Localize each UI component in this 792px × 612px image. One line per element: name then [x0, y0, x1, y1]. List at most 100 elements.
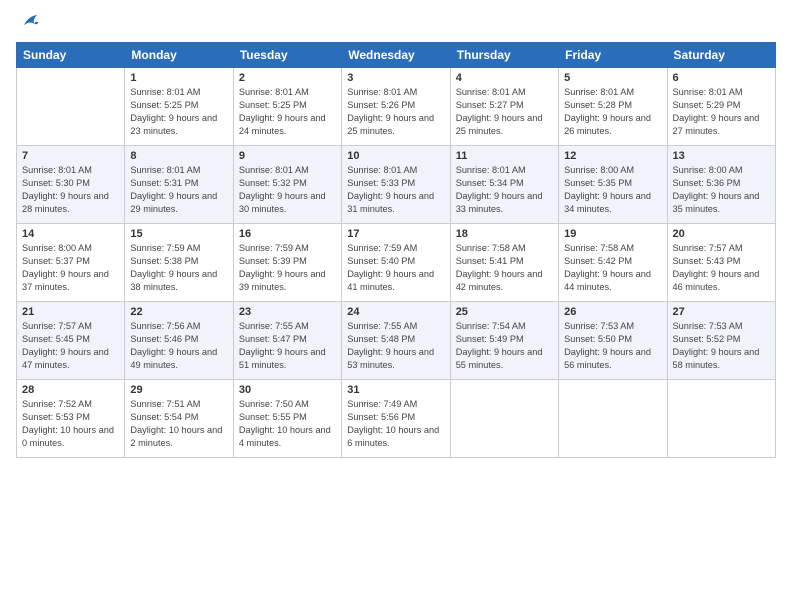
page-header — [16, 16, 776, 30]
day-info: Sunrise: 8:01 AM Sunset: 5:34 PM Dayligh… — [456, 164, 553, 216]
logo-bird-icon — [18, 12, 40, 34]
calendar-cell: 28 Sunrise: 7:52 AM Sunset: 5:53 PM Dayl… — [17, 380, 125, 458]
daylight-label: Daylight: 9 hours and 47 minutes. — [22, 347, 109, 370]
daylight-label: Daylight: 9 hours and 42 minutes. — [456, 269, 543, 292]
day-info: Sunrise: 7:53 AM Sunset: 5:50 PM Dayligh… — [564, 320, 661, 372]
daylight-label: Daylight: 9 hours and 39 minutes. — [239, 269, 326, 292]
calendar-cell: 30 Sunrise: 7:50 AM Sunset: 5:55 PM Dayl… — [233, 380, 341, 458]
day-number: 26 — [564, 306, 661, 318]
sunset-label: Sunset: 5:55 PM — [239, 412, 307, 422]
sunrise-label: Sunrise: 7:57 AM — [22, 321, 92, 331]
day-number: 25 — [456, 306, 553, 318]
calendar-cell: 14 Sunrise: 8:00 AM Sunset: 5:37 PM Dayl… — [17, 224, 125, 302]
calendar-cell: 18 Sunrise: 7:58 AM Sunset: 5:41 PM Dayl… — [450, 224, 558, 302]
sunset-label: Sunset: 5:35 PM — [564, 178, 632, 188]
sunset-label: Sunset: 5:25 PM — [130, 100, 198, 110]
day-info: Sunrise: 7:56 AM Sunset: 5:46 PM Dayligh… — [130, 320, 227, 372]
day-info: Sunrise: 7:55 AM Sunset: 5:47 PM Dayligh… — [239, 320, 336, 372]
day-number: 11 — [456, 150, 553, 162]
sunrise-label: Sunrise: 8:01 AM — [239, 165, 309, 175]
day-number: 18 — [456, 228, 553, 240]
day-info: Sunrise: 7:49 AM Sunset: 5:56 PM Dayligh… — [347, 398, 444, 450]
sunrise-label: Sunrise: 7:51 AM — [130, 399, 200, 409]
day-info: Sunrise: 8:01 AM Sunset: 5:31 PM Dayligh… — [130, 164, 227, 216]
daylight-label: Daylight: 9 hours and 31 minutes. — [347, 191, 434, 214]
day-number: 3 — [347, 72, 444, 84]
calendar-cell: 1 Sunrise: 8:01 AM Sunset: 5:25 PM Dayli… — [125, 68, 233, 146]
sunset-label: Sunset: 5:27 PM — [456, 100, 524, 110]
day-info: Sunrise: 7:52 AM Sunset: 5:53 PM Dayligh… — [22, 398, 119, 450]
calendar-cell: 6 Sunrise: 8:01 AM Sunset: 5:29 PM Dayli… — [667, 68, 775, 146]
col-header-sunday: Sunday — [17, 43, 125, 68]
sunset-label: Sunset: 5:34 PM — [456, 178, 524, 188]
calendar-cell: 17 Sunrise: 7:59 AM Sunset: 5:40 PM Dayl… — [342, 224, 450, 302]
day-number: 14 — [22, 228, 119, 240]
day-number: 16 — [239, 228, 336, 240]
sunrise-label: Sunrise: 7:53 AM — [564, 321, 634, 331]
sunrise-label: Sunrise: 8:01 AM — [239, 87, 309, 97]
sunset-label: Sunset: 5:28 PM — [564, 100, 632, 110]
calendar-cell: 25 Sunrise: 7:54 AM Sunset: 5:49 PM Dayl… — [450, 302, 558, 380]
sunset-label: Sunset: 5:37 PM — [22, 256, 90, 266]
sunrise-label: Sunrise: 8:01 AM — [456, 87, 526, 97]
day-number: 9 — [239, 150, 336, 162]
day-number: 8 — [130, 150, 227, 162]
calendar-cell: 15 Sunrise: 7:59 AM Sunset: 5:38 PM Dayl… — [125, 224, 233, 302]
calendar-cell: 13 Sunrise: 8:00 AM Sunset: 5:36 PM Dayl… — [667, 146, 775, 224]
daylight-label: Daylight: 9 hours and 24 minutes. — [239, 113, 326, 136]
day-info: Sunrise: 7:54 AM Sunset: 5:49 PM Dayligh… — [456, 320, 553, 372]
day-number: 15 — [130, 228, 227, 240]
calendar-week-3: 21 Sunrise: 7:57 AM Sunset: 5:45 PM Dayl… — [17, 302, 776, 380]
calendar-cell: 20 Sunrise: 7:57 AM Sunset: 5:43 PM Dayl… — [667, 224, 775, 302]
sunset-label: Sunset: 5:30 PM — [22, 178, 90, 188]
day-info: Sunrise: 8:00 AM Sunset: 5:36 PM Dayligh… — [673, 164, 770, 216]
sunrise-label: Sunrise: 7:58 AM — [564, 243, 634, 253]
calendar-cell: 4 Sunrise: 8:01 AM Sunset: 5:27 PM Dayli… — [450, 68, 558, 146]
sunrise-label: Sunrise: 8:00 AM — [673, 165, 743, 175]
day-number: 30 — [239, 384, 336, 396]
day-info: Sunrise: 7:58 AM Sunset: 5:41 PM Dayligh… — [456, 242, 553, 294]
sunset-label: Sunset: 5:52 PM — [673, 334, 741, 344]
sunrise-label: Sunrise: 8:01 AM — [347, 165, 417, 175]
day-info: Sunrise: 7:58 AM Sunset: 5:42 PM Dayligh… — [564, 242, 661, 294]
daylight-label: Daylight: 10 hours and 2 minutes. — [130, 425, 222, 448]
calendar-cell: 23 Sunrise: 7:55 AM Sunset: 5:47 PM Dayl… — [233, 302, 341, 380]
sunrise-label: Sunrise: 7:53 AM — [673, 321, 743, 331]
day-number: 2 — [239, 72, 336, 84]
calendar-cell: 27 Sunrise: 7:53 AM Sunset: 5:52 PM Dayl… — [667, 302, 775, 380]
calendar-table: SundayMondayTuesdayWednesdayThursdayFrid… — [16, 42, 776, 458]
daylight-label: Daylight: 9 hours and 51 minutes. — [239, 347, 326, 370]
day-info: Sunrise: 8:01 AM Sunset: 5:26 PM Dayligh… — [347, 86, 444, 138]
sunset-label: Sunset: 5:47 PM — [239, 334, 307, 344]
day-info: Sunrise: 7:55 AM Sunset: 5:48 PM Dayligh… — [347, 320, 444, 372]
sunset-label: Sunset: 5:46 PM — [130, 334, 198, 344]
calendar-cell: 16 Sunrise: 7:59 AM Sunset: 5:39 PM Dayl… — [233, 224, 341, 302]
day-info: Sunrise: 7:51 AM Sunset: 5:54 PM Dayligh… — [130, 398, 227, 450]
daylight-label: Daylight: 10 hours and 4 minutes. — [239, 425, 331, 448]
day-number: 17 — [347, 228, 444, 240]
day-number: 20 — [673, 228, 770, 240]
calendar-header-row: SundayMondayTuesdayWednesdayThursdayFrid… — [17, 43, 776, 68]
day-info: Sunrise: 8:01 AM Sunset: 5:33 PM Dayligh… — [347, 164, 444, 216]
daylight-label: Daylight: 9 hours and 38 minutes. — [130, 269, 217, 292]
daylight-label: Daylight: 9 hours and 23 minutes. — [130, 113, 217, 136]
sunrise-label: Sunrise: 7:58 AM — [456, 243, 526, 253]
calendar-cell: 5 Sunrise: 8:01 AM Sunset: 5:28 PM Dayli… — [559, 68, 667, 146]
day-info: Sunrise: 7:53 AM Sunset: 5:52 PM Dayligh… — [673, 320, 770, 372]
sunset-label: Sunset: 5:45 PM — [22, 334, 90, 344]
daylight-label: Daylight: 9 hours and 30 minutes. — [239, 191, 326, 214]
daylight-label: Daylight: 9 hours and 58 minutes. — [673, 347, 760, 370]
day-info: Sunrise: 7:59 AM Sunset: 5:40 PM Dayligh… — [347, 242, 444, 294]
daylight-label: Daylight: 9 hours and 56 minutes. — [564, 347, 651, 370]
calendar-cell: 21 Sunrise: 7:57 AM Sunset: 5:45 PM Dayl… — [17, 302, 125, 380]
daylight-label: Daylight: 9 hours and 29 minutes. — [130, 191, 217, 214]
day-info: Sunrise: 7:57 AM Sunset: 5:45 PM Dayligh… — [22, 320, 119, 372]
sunrise-label: Sunrise: 7:54 AM — [456, 321, 526, 331]
day-info: Sunrise: 8:01 AM Sunset: 5:32 PM Dayligh… — [239, 164, 336, 216]
calendar-cell — [667, 380, 775, 458]
day-info: Sunrise: 8:01 AM Sunset: 5:25 PM Dayligh… — [239, 86, 336, 138]
sunset-label: Sunset: 5:50 PM — [564, 334, 632, 344]
daylight-label: Daylight: 10 hours and 6 minutes. — [347, 425, 439, 448]
col-header-saturday: Saturday — [667, 43, 775, 68]
sunrise-label: Sunrise: 8:01 AM — [347, 87, 417, 97]
